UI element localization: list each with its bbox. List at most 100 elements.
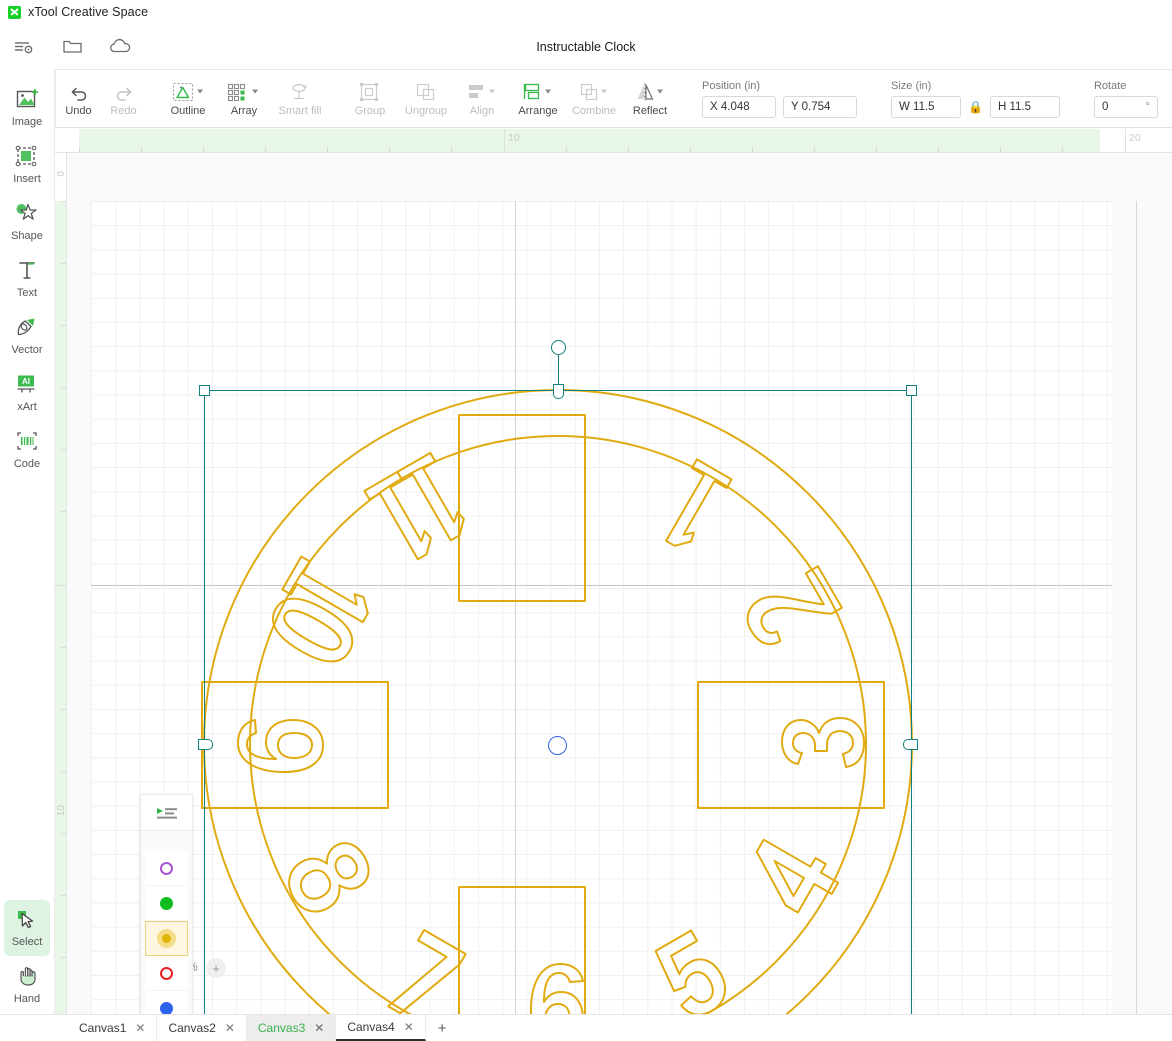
toolbar-history-group: Undo Redo — [56, 70, 146, 127]
cloud-icon[interactable] — [96, 24, 144, 69]
tab-canvas4[interactable]: Canvas4 ✕ — [336, 1015, 426, 1041]
title-bar: xTool Creative Space — [0, 0, 1172, 24]
layers-list-icon[interactable] — [141, 795, 192, 831]
tab-canvas2[interactable]: Canvas2 ✕ — [157, 1015, 247, 1041]
array-button[interactable]: Array — [216, 70, 272, 127]
sidebar-item-image-label: Image — [11, 116, 43, 128]
canvas-area[interactable]: 10 20 0 10 + — [55, 129, 1172, 1014]
ruler-label-10: 10 — [508, 132, 520, 144]
close-icon[interactable]: ✕ — [225, 1022, 235, 1034]
position-label: Position (in) — [702, 79, 761, 92]
tab-canvas3[interactable]: Canvas3 ✕ — [246, 1015, 337, 1041]
close-icon[interactable]: ✕ — [404, 1021, 414, 1033]
sidebar-item-shape[interactable]: Shape — [4, 194, 50, 250]
toolbar-arrange-group: Group Ungroup Align Arrange Combine Refl… — [342, 70, 678, 127]
undo-button[interactable]: Undo — [56, 70, 101, 127]
folder-icon[interactable] — [48, 24, 96, 69]
svg-text:AI: AI — [22, 377, 30, 386]
size-h-input[interactable]: H 11.5 — [989, 95, 1060, 118]
selection-bounding-box[interactable] — [198, 340, 918, 1014]
close-icon[interactable]: ✕ — [135, 1022, 145, 1034]
layer-color-panel[interactable] — [140, 794, 193, 1014]
resize-handle-right[interactable] — [903, 738, 918, 750]
hand-pan-icon — [15, 965, 39, 990]
qr-code-icon — [15, 430, 39, 455]
canvas-grid[interactable] — [67, 153, 1172, 1014]
sidebar-item-xart-label: xArt — [17, 401, 37, 413]
list-settings-icon[interactable] — [0, 24, 48, 69]
sidebar-item-image[interactable]: Image — [4, 80, 50, 136]
rotation-origin-marker[interactable] — [548, 736, 567, 755]
size-label: Size (in) — [891, 79, 932, 92]
sidebar-item-vector[interactable]: Vector — [4, 308, 50, 364]
swatch-purple-dot — [160, 861, 173, 875]
layer-swatch-red[interactable] — [145, 956, 188, 991]
text-icon — [16, 259, 38, 284]
arrange-button[interactable]: Arrange — [510, 70, 566, 127]
rotation-handle[interactable] — [550, 340, 566, 355]
array-icon — [227, 80, 261, 102]
rotate-group: Rotate 0 ° — [1084, 70, 1168, 127]
position-group: Position (in) X 4.048 Y 0.754 — [692, 70, 867, 127]
resize-handle-top-left[interactable] — [199, 385, 210, 396]
sidebar-item-code[interactable]: Code — [4, 422, 50, 478]
sidebar-item-select-label: Select — [11, 936, 43, 948]
position-x-input[interactable]: X 4.048 — [702, 95, 776, 118]
ruler-label-v-0: 0 — [56, 171, 67, 177]
size-w-input[interactable]: W 11.5 — [891, 95, 961, 118]
rotate-unit: ° — [1145, 100, 1150, 113]
resize-handle-top-right[interactable] — [906, 385, 917, 396]
sidebar-item-xart[interactable]: AI xArt — [4, 365, 50, 421]
sidebar-item-hand[interactable]: Hand — [4, 957, 50, 1013]
insert-shape-icon — [15, 145, 39, 170]
combine-button[interactable]: Combine — [566, 70, 622, 127]
swatch-red-dot — [160, 966, 173, 980]
close-icon[interactable]: ✕ — [314, 1022, 324, 1034]
reflect-icon — [635, 80, 665, 102]
sidebar-item-insert[interactable]: Insert — [4, 137, 50, 193]
ruler-major-v — [55, 585, 66, 586]
combine-label: Combine — [571, 105, 617, 117]
reflect-button[interactable]: Reflect — [622, 70, 678, 127]
sidebar-item-text-label: Text — [16, 287, 38, 299]
sidebar-item-insert-label: Insert — [13, 173, 41, 185]
ruler-mat-v — [55, 201, 66, 1014]
ungroup-button[interactable]: Ungroup — [398, 70, 454, 127]
layer-swatch-yellow[interactable] — [145, 921, 188, 956]
ungroup-icon — [415, 80, 437, 102]
sidebar-item-text[interactable]: Text — [4, 251, 50, 307]
smart-fill-label: Smart fill — [278, 105, 322, 117]
resize-handle-top[interactable] — [552, 384, 564, 399]
array-label: Array — [230, 105, 258, 117]
add-canvas-button[interactable]: + — [426, 1015, 459, 1041]
tab-canvas1[interactable]: Canvas1 ✕ — [68, 1015, 158, 1041]
layer-swatch-green[interactable] — [145, 886, 188, 921]
menu-bar: Instructable Clock — [0, 24, 1172, 69]
sidebar-item-select[interactable]: Select — [4, 900, 50, 956]
top-toolbar: Undo Redo Outline Array Smart fill Group… — [0, 69, 1172, 128]
group-icon — [359, 80, 381, 102]
layer-swatch-blue[interactable] — [145, 991, 188, 1014]
smart-fill-button[interactable]: Smart fill — [272, 70, 328, 127]
reflect-label: Reflect — [632, 105, 668, 117]
redo-button[interactable]: Redo — [101, 70, 146, 127]
resize-handle-left[interactable] — [198, 738, 213, 750]
smart-fill-icon — [288, 80, 312, 102]
xtool-logo-icon — [8, 5, 21, 19]
tab-canvas3-label: Canvas3 — [257, 1021, 306, 1035]
group-button[interactable]: Group — [342, 70, 398, 127]
zoom-in-button[interactable]: + — [206, 958, 226, 978]
horizontal-ruler[interactable]: 10 20 — [55, 129, 1172, 153]
star-shape-icon — [14, 202, 40, 227]
layer-swatch-list — [145, 851, 188, 1014]
rotate-input[interactable]: 0 ° — [1093, 95, 1158, 118]
vertical-ruler[interactable]: 0 10 — [55, 153, 67, 1014]
lock-aspect-icon[interactable]: 🔒 — [968, 100, 983, 114]
align-button[interactable]: Align — [454, 70, 510, 127]
layer-swatch-purple[interactable] — [145, 851, 188, 886]
outline-button[interactable]: Outline — [160, 70, 216, 127]
swatch-green-dot — [160, 896, 173, 910]
position-y-input[interactable]: Y 0.754 — [783, 95, 857, 118]
image-icon — [15, 88, 40, 113]
ruler-label-v-10: 10 — [56, 805, 67, 817]
